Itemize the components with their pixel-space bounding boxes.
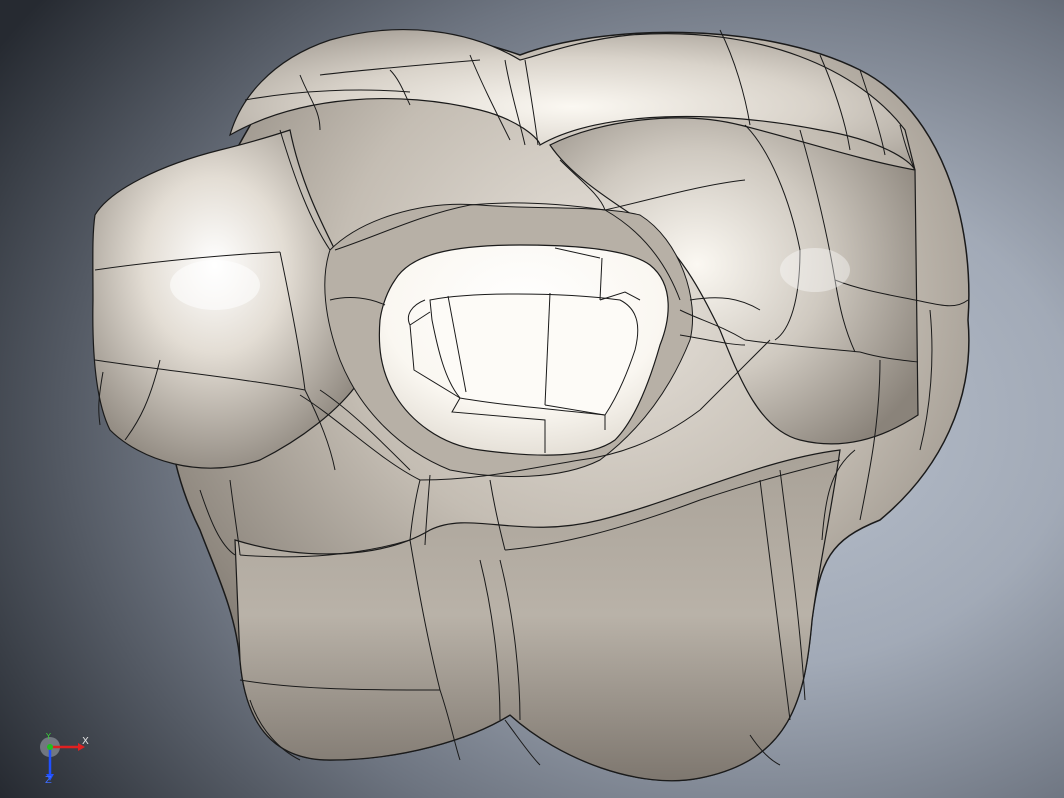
triad-y-label: Y [46,732,51,741]
3d-model-view[interactable] [0,0,1064,798]
graphics-viewport[interactable]: X Y Z [0,0,1064,798]
specular-highlight-right [780,248,850,292]
triad-x-label: X [82,736,89,747]
specular-highlight-left [170,260,260,310]
triad-z-label: Z [45,775,52,786]
coordinate-triad: X Y Z [38,732,98,790]
hole-inner-panel [429,293,639,416]
